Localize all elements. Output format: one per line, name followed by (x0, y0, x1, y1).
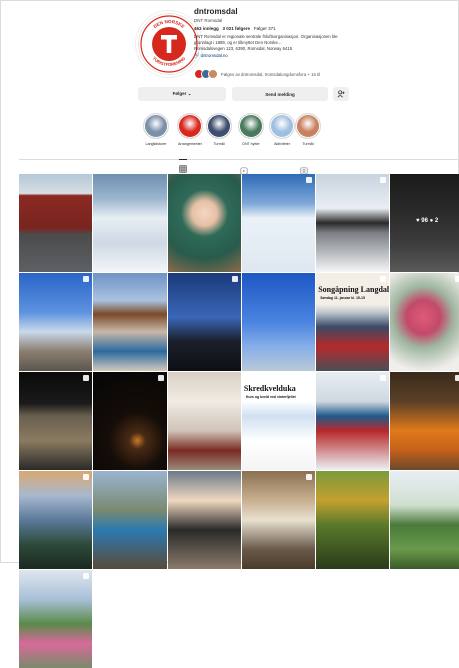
highlight-cover (206, 113, 232, 139)
post-candle-night[interactable] (93, 372, 167, 470)
post-night-group[interactable]: ♥ 96 ● 2 (390, 174, 459, 272)
followed-by[interactable]: Følges av dntromsdal, tromsdalungdomsfor… (194, 69, 320, 79)
followers-count[interactable]: 3 021 følgere (223, 26, 251, 31)
carousel-icon (306, 474, 313, 480)
posts-grid: ♥ 96 ● 2 Songåpning Langdal Søndag 11. jan… (19, 174, 459, 668)
highlight-label: DNT hytter (242, 142, 260, 146)
dnt-logo-icon: DEN NORSKE TURISTFORENING (140, 15, 198, 73)
following-button[interactable]: Følger ⌄ (138, 87, 226, 101)
profile-category: DNT Romsdal (194, 18, 223, 23)
post-friends-hike[interactable] (93, 471, 167, 569)
post-snow-cave[interactable] (241, 174, 316, 272)
story-highlights: Langtidsturer Arrangementer Turmål DNT hytt… (1, 113, 458, 153)
highlight-cover (238, 113, 264, 139)
tab-reels[interactable] (240, 162, 248, 175)
highlight-item[interactable]: Turmål (291, 113, 325, 146)
post-engagement: ♥ 96 ● 2 (416, 218, 439, 224)
post-heather[interactable] (390, 273, 459, 371)
carousel-icon (83, 573, 90, 579)
profile-avatar[interactable]: DEN NORSKE TURISTFORENING (138, 13, 200, 75)
highlight-label: Turmål (213, 142, 225, 146)
post-cabin-interior[interactable] (19, 372, 93, 470)
add-person-icon (337, 90, 345, 98)
highlight-cover (295, 113, 321, 139)
profile-link[interactable]: 🔗 dntromsdal.no (194, 52, 394, 59)
following-count[interactable]: Følger 371 (254, 26, 276, 31)
post-ski-group[interactable] (316, 372, 390, 470)
profile-frame: DEN NORSKE TURISTFORENING dntromsdal DNT… (0, 0, 459, 668)
post-pumpkins[interactable] (390, 372, 459, 470)
tab-tagged[interactable] (300, 162, 308, 175)
highlight-cover (143, 113, 169, 139)
post-coffee-stove[interactable] (241, 471, 316, 569)
post-skiers-forest[interactable] (316, 174, 390, 272)
followed-by-avatars (194, 69, 218, 79)
post-overlay-subtitle: Kurs og kveld ved vinterfjellet (245, 395, 296, 399)
post-overlay-subtitle: Søndag 11. januar kl. 15-15 (320, 296, 365, 300)
post-meadow-group[interactable] (390, 471, 459, 569)
post-skredkveld[interactable]: Skredkvelduka Kurs og kveld ved vinterfje… (241, 372, 316, 470)
highlight-item[interactable]: Turmål (202, 113, 236, 146)
post-red-cabin[interactable] (19, 174, 93, 272)
profile-tabs (19, 159, 459, 175)
post-autumn-forest[interactable] (316, 471, 390, 569)
grid-icon (179, 165, 187, 173)
post-coast-sunset[interactable] (19, 471, 93, 569)
posts-count[interactable]: 463 innlegg (194, 26, 219, 31)
highlight-label: Turmål (302, 142, 314, 146)
tab-posts[interactable] (179, 159, 187, 173)
carousel-icon (231, 276, 238, 282)
post-mountain-hut[interactable] (167, 372, 241, 470)
highlight-item[interactable]: Langtidsturer (139, 113, 173, 146)
post-night-cabin[interactable] (167, 273, 241, 371)
carousel-icon (454, 375, 459, 381)
carousel-icon (380, 276, 387, 282)
carousel-icon (380, 177, 387, 183)
profile-stats: 463 innlegg 3 021 følgere Følger 371 (194, 25, 394, 32)
link-icon: 🔗 (194, 53, 200, 58)
post-climber-sky[interactable] (241, 273, 316, 371)
carousel-icon (454, 276, 459, 282)
message-button[interactable]: Send melding (232, 87, 328, 101)
post-overlay-title: Songåpning Langdal (318, 285, 390, 294)
highlight-label: Langtidsturer (145, 142, 167, 146)
carousel-icon (83, 276, 90, 282)
profile-info: dntromsdal DNT Romsdal 463 innlegg 3 021… (194, 7, 394, 59)
carousel-icon (157, 375, 164, 381)
followed-by-text: Følges av dntromsdal, tromsdalungdomsfor… (221, 71, 321, 77)
profile-header: DEN NORSKE TURISTFORENING dntromsdal DNT… (1, 1, 458, 111)
post-mountain-group[interactable] (19, 273, 93, 371)
carousel-icon (380, 375, 387, 381)
post-kids-cabin[interactable] (167, 471, 241, 569)
carousel-icon (83, 375, 90, 381)
profile-bio: DNT Romsdal er regionale sentrale friluf… (194, 34, 344, 52)
carousel-icon (83, 474, 90, 480)
carousel-icon (306, 177, 313, 183)
post-overlay-title: Skredkvelduka (243, 384, 296, 393)
post-snow-valley[interactable] (93, 174, 167, 272)
highlight-cover (177, 113, 203, 139)
avatar (208, 69, 218, 79)
profile-link-text: dntromsdal.no (200, 53, 228, 58)
post-field-group[interactable] (19, 570, 93, 668)
post-woman-mug[interactable] (167, 174, 241, 272)
profile-username: dntromsdal (194, 7, 238, 16)
post-cabin-crowd[interactable] (93, 273, 167, 371)
highlight-item[interactable]: DNT hytter (234, 113, 268, 146)
add-person-button[interactable] (333, 87, 349, 101)
post-songoppning[interactable]: Songåpning Langdal Søndag 11. januar kl. … (316, 273, 390, 371)
